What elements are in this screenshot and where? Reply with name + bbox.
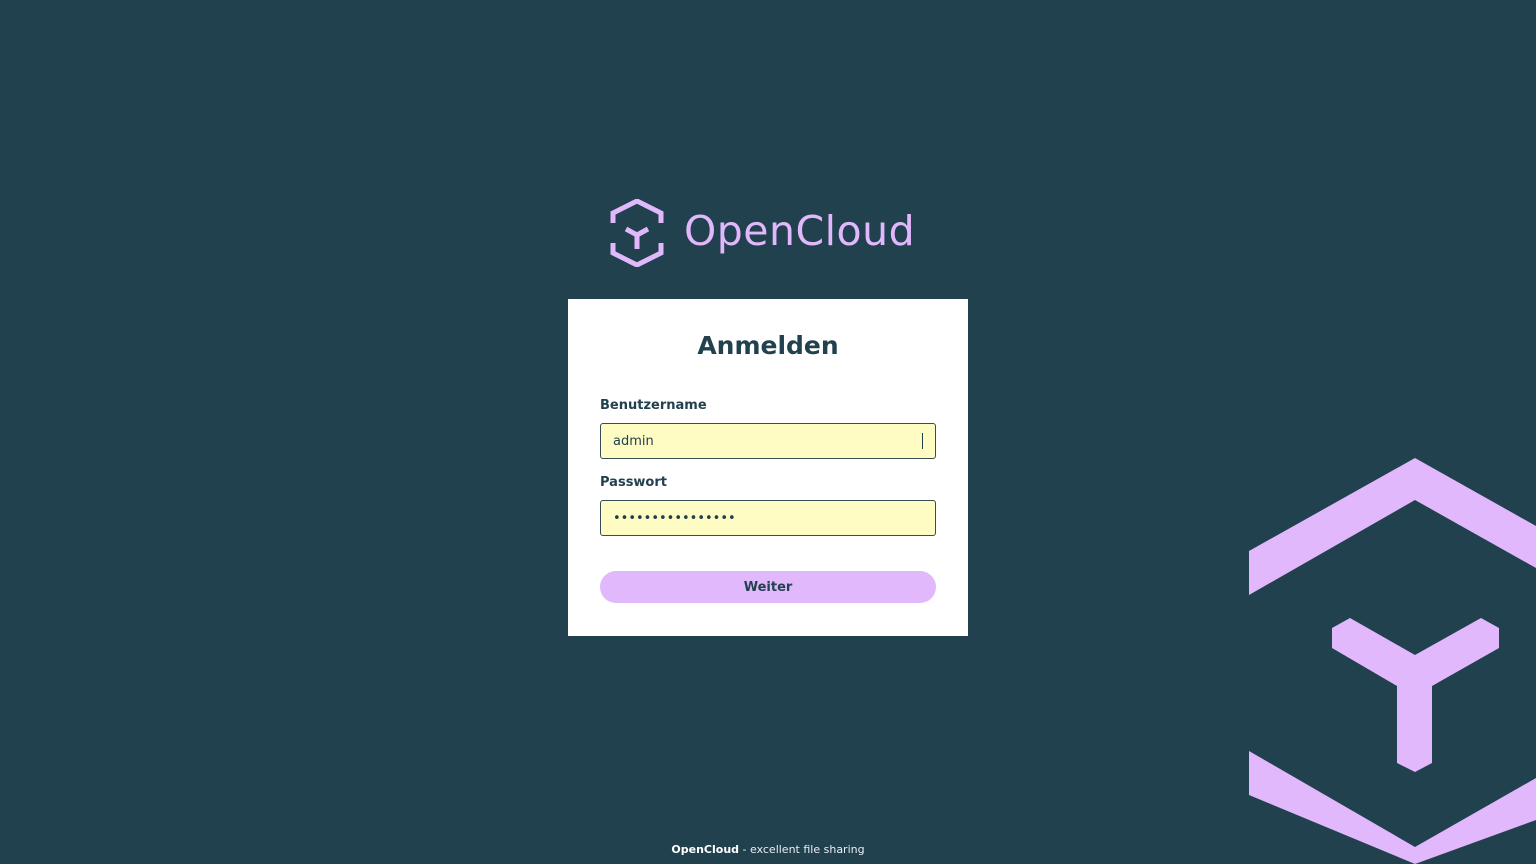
brand-name: OpenCloud bbox=[684, 206, 916, 255]
brand-header: OpenCloud bbox=[610, 198, 940, 268]
text-caret bbox=[922, 433, 923, 449]
opencloud-background-logo-icon bbox=[1249, 458, 1536, 864]
username-label: Benutzername bbox=[600, 398, 707, 413]
login-title: Anmelden bbox=[697, 331, 839, 360]
password-field-wrapper bbox=[600, 500, 936, 536]
login-page: OpenCloud Anmelden Benutzername Passwort… bbox=[0, 0, 1536, 864]
password-label: Passwort bbox=[600, 475, 667, 490]
continue-button[interactable]: Weiter bbox=[600, 571, 936, 603]
username-field-wrapper bbox=[600, 423, 936, 459]
footer: OpenCloud - excellent file sharing bbox=[0, 842, 1536, 858]
footer-tagline: - excellent file sharing bbox=[739, 843, 865, 856]
opencloud-logo-icon bbox=[610, 199, 664, 267]
login-card: Anmelden Benutzername Passwort Weiter bbox=[568, 299, 968, 636]
footer-brand[interactable]: OpenCloud bbox=[671, 843, 739, 856]
username-input[interactable] bbox=[613, 424, 903, 458]
password-input[interactable] bbox=[613, 501, 923, 535]
